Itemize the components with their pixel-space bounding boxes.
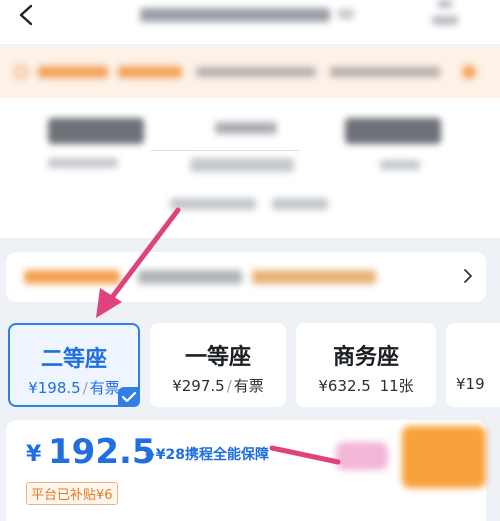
promo-row[interactable]: [6, 252, 486, 302]
seat-availability: 有票: [233, 377, 264, 395]
subsidy-badge: 平台已补贴¥6: [26, 482, 118, 505]
journey-divider: [150, 150, 300, 151]
check-icon: [118, 387, 140, 407]
insurance-addon[interactable]: +¥28携程全能保障: [144, 444, 269, 464]
notice-text-redacted: [38, 66, 108, 78]
seat-availability: 11张: [379, 377, 414, 395]
seat-name: 一等座: [184, 345, 251, 370]
back-arrow-icon[interactable]: [12, 2, 42, 32]
seat-name: 二等座: [40, 347, 107, 372]
price-value: 192.5: [48, 432, 156, 472]
seat-price-availability: ¥632.5 11张: [296, 375, 436, 396]
top-bar: [0, 0, 500, 44]
notice-action-icon[interactable]: [462, 65, 476, 79]
arrival-station-redacted: [380, 160, 420, 170]
departure-station-redacted: [48, 158, 118, 168]
seat-name: 商务座: [332, 345, 399, 370]
promo-text-redacted: [252, 270, 376, 284]
price-panel: ¥ 192.5 +¥28携程全能保障 平台已补贴¥6: [6, 420, 486, 521]
journey-info-panel: [0, 98, 500, 238]
promo-tag-redacted: [24, 270, 120, 284]
top-right-action-redacted[interactable]: [432, 0, 460, 30]
seat-option-partial[interactable]: ¥19: [446, 323, 500, 407]
chevron-right-icon[interactable]: [458, 266, 478, 286]
promo-text-redacted: [138, 270, 242, 284]
stops-link-redacted[interactable]: [272, 198, 328, 210]
page-title-redacted: [140, 8, 330, 22]
seat-price: ¥297.5: [172, 377, 225, 395]
promo-badge-redacted: [336, 442, 388, 470]
seat-option-second-class[interactable]: 二等座 ¥198.5/有票: [8, 323, 140, 407]
seat-availability: 有票: [89, 379, 120, 397]
seat-price-availability: ¥297.5/有票: [172, 377, 264, 395]
info-icon: [14, 65, 28, 79]
notice-banner[interactable]: [0, 46, 500, 98]
notice-text-redacted: [118, 66, 182, 78]
book-button-redacted[interactable]: [402, 426, 486, 488]
train-number-redacted: [215, 122, 277, 134]
seat-price: ¥632.5: [318, 377, 371, 395]
page-title-dropdown-redacted[interactable]: [338, 9, 354, 19]
notice-text-redacted: [196, 67, 316, 77]
duration-redacted: [190, 158, 294, 172]
departure-time-redacted: [48, 118, 144, 144]
arrival-time-redacted: [345, 118, 441, 144]
seat-price: ¥19: [456, 375, 485, 393]
seat-option-first-class[interactable]: 一等座 ¥297.5/有票: [150, 323, 286, 407]
price-currency: ¥: [26, 442, 42, 467]
seat-price: ¥198.5: [28, 379, 81, 397]
date-redacted: [170, 198, 256, 210]
notice-text-redacted: [330, 67, 440, 77]
seat-option-business-class[interactable]: 商务座 ¥632.5 11张: [296, 323, 436, 407]
